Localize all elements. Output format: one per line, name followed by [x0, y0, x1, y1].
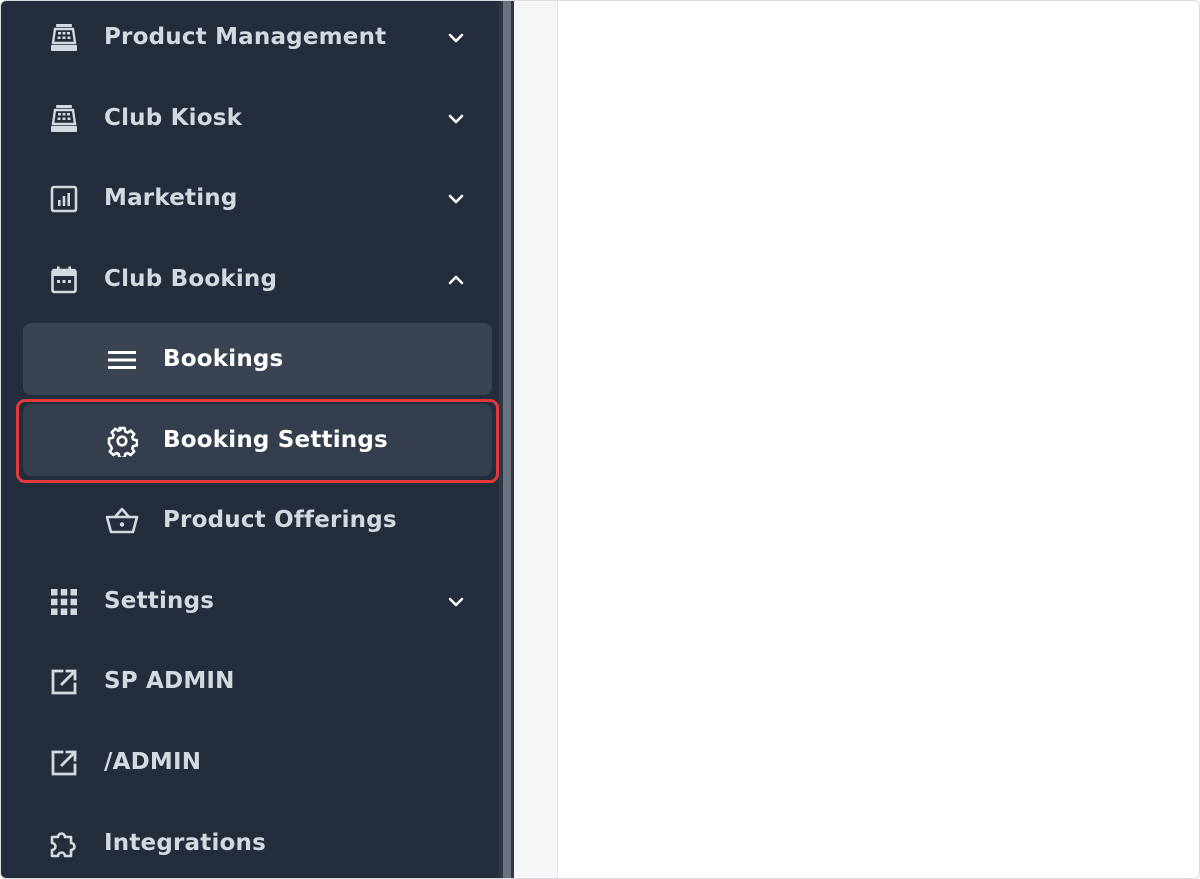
content-gutter: [514, 1, 558, 878]
sidebar-item-club-kiosk[interactable]: Club Kiosk: [23, 82, 492, 154]
sidebar-item-label: Club Kiosk: [104, 105, 243, 131]
external-link-icon: [47, 665, 81, 699]
menu-lines-icon: [105, 343, 139, 377]
calendar-icon: [47, 263, 81, 297]
sidebar-item-label: Product Management: [104, 24, 387, 50]
cash-register-icon: [47, 21, 81, 55]
sidebar-item-settings[interactable]: Settings: [23, 565, 492, 637]
sidebar-item-label: /ADMIN: [104, 749, 202, 775]
sidebar-item-label: Settings: [104, 588, 215, 614]
sidebar-item-label: Marketing: [104, 185, 238, 211]
sidebar-item-sp-admin[interactable]: SP ADMIN: [23, 645, 492, 717]
sidebar-item-label: SP ADMIN: [104, 668, 235, 694]
sidebar: Product Management Club Kiosk Marketing: [1, 1, 499, 878]
sidebar-item-integrations[interactable]: Integrations: [23, 807, 492, 878]
sidebar-item-booking-settings[interactable]: Booking Settings: [23, 404, 492, 476]
cash-register-icon: [47, 102, 81, 136]
external-link-icon: [47, 746, 81, 780]
sidebar-item-marketing[interactable]: Marketing: [23, 162, 492, 234]
app-window: Product Management Club Kiosk Marketing: [0, 0, 1200, 879]
chevron-down-icon[interactable]: [445, 27, 467, 49]
chevron-down-icon[interactable]: [445, 108, 467, 130]
sidebar-item-label: Booking Settings: [163, 427, 388, 453]
basket-icon: [105, 504, 139, 538]
chart-box-icon: [47, 182, 81, 216]
chevron-down-icon[interactable]: [445, 591, 467, 613]
gear-icon: [105, 424, 139, 458]
chevron-up-icon[interactable]: [445, 269, 467, 291]
sidebar-item-label: Product Offerings: [163, 507, 397, 533]
puzzle-icon: [47, 827, 81, 861]
sidebar-scrollbar-thumb[interactable]: [503, 1, 511, 878]
sidebar-item-admin[interactable]: /ADMIN: [23, 726, 492, 798]
chevron-down-icon[interactable]: [445, 188, 467, 210]
sidebar-item-label: Bookings: [163, 346, 284, 372]
sidebar-item-club-booking[interactable]: Club Booking: [23, 243, 492, 315]
sidebar-item-product-management[interactable]: Product Management: [23, 1, 492, 73]
sidebar-item-label: Integrations: [104, 830, 266, 856]
grid-icon: [47, 585, 81, 619]
main-content: [558, 1, 1199, 878]
sidebar-item-bookings[interactable]: Bookings: [23, 323, 492, 395]
sidebar-item-label: Club Booking: [104, 266, 278, 292]
sidebar-item-product-offerings[interactable]: Product Offerings: [23, 484, 492, 556]
